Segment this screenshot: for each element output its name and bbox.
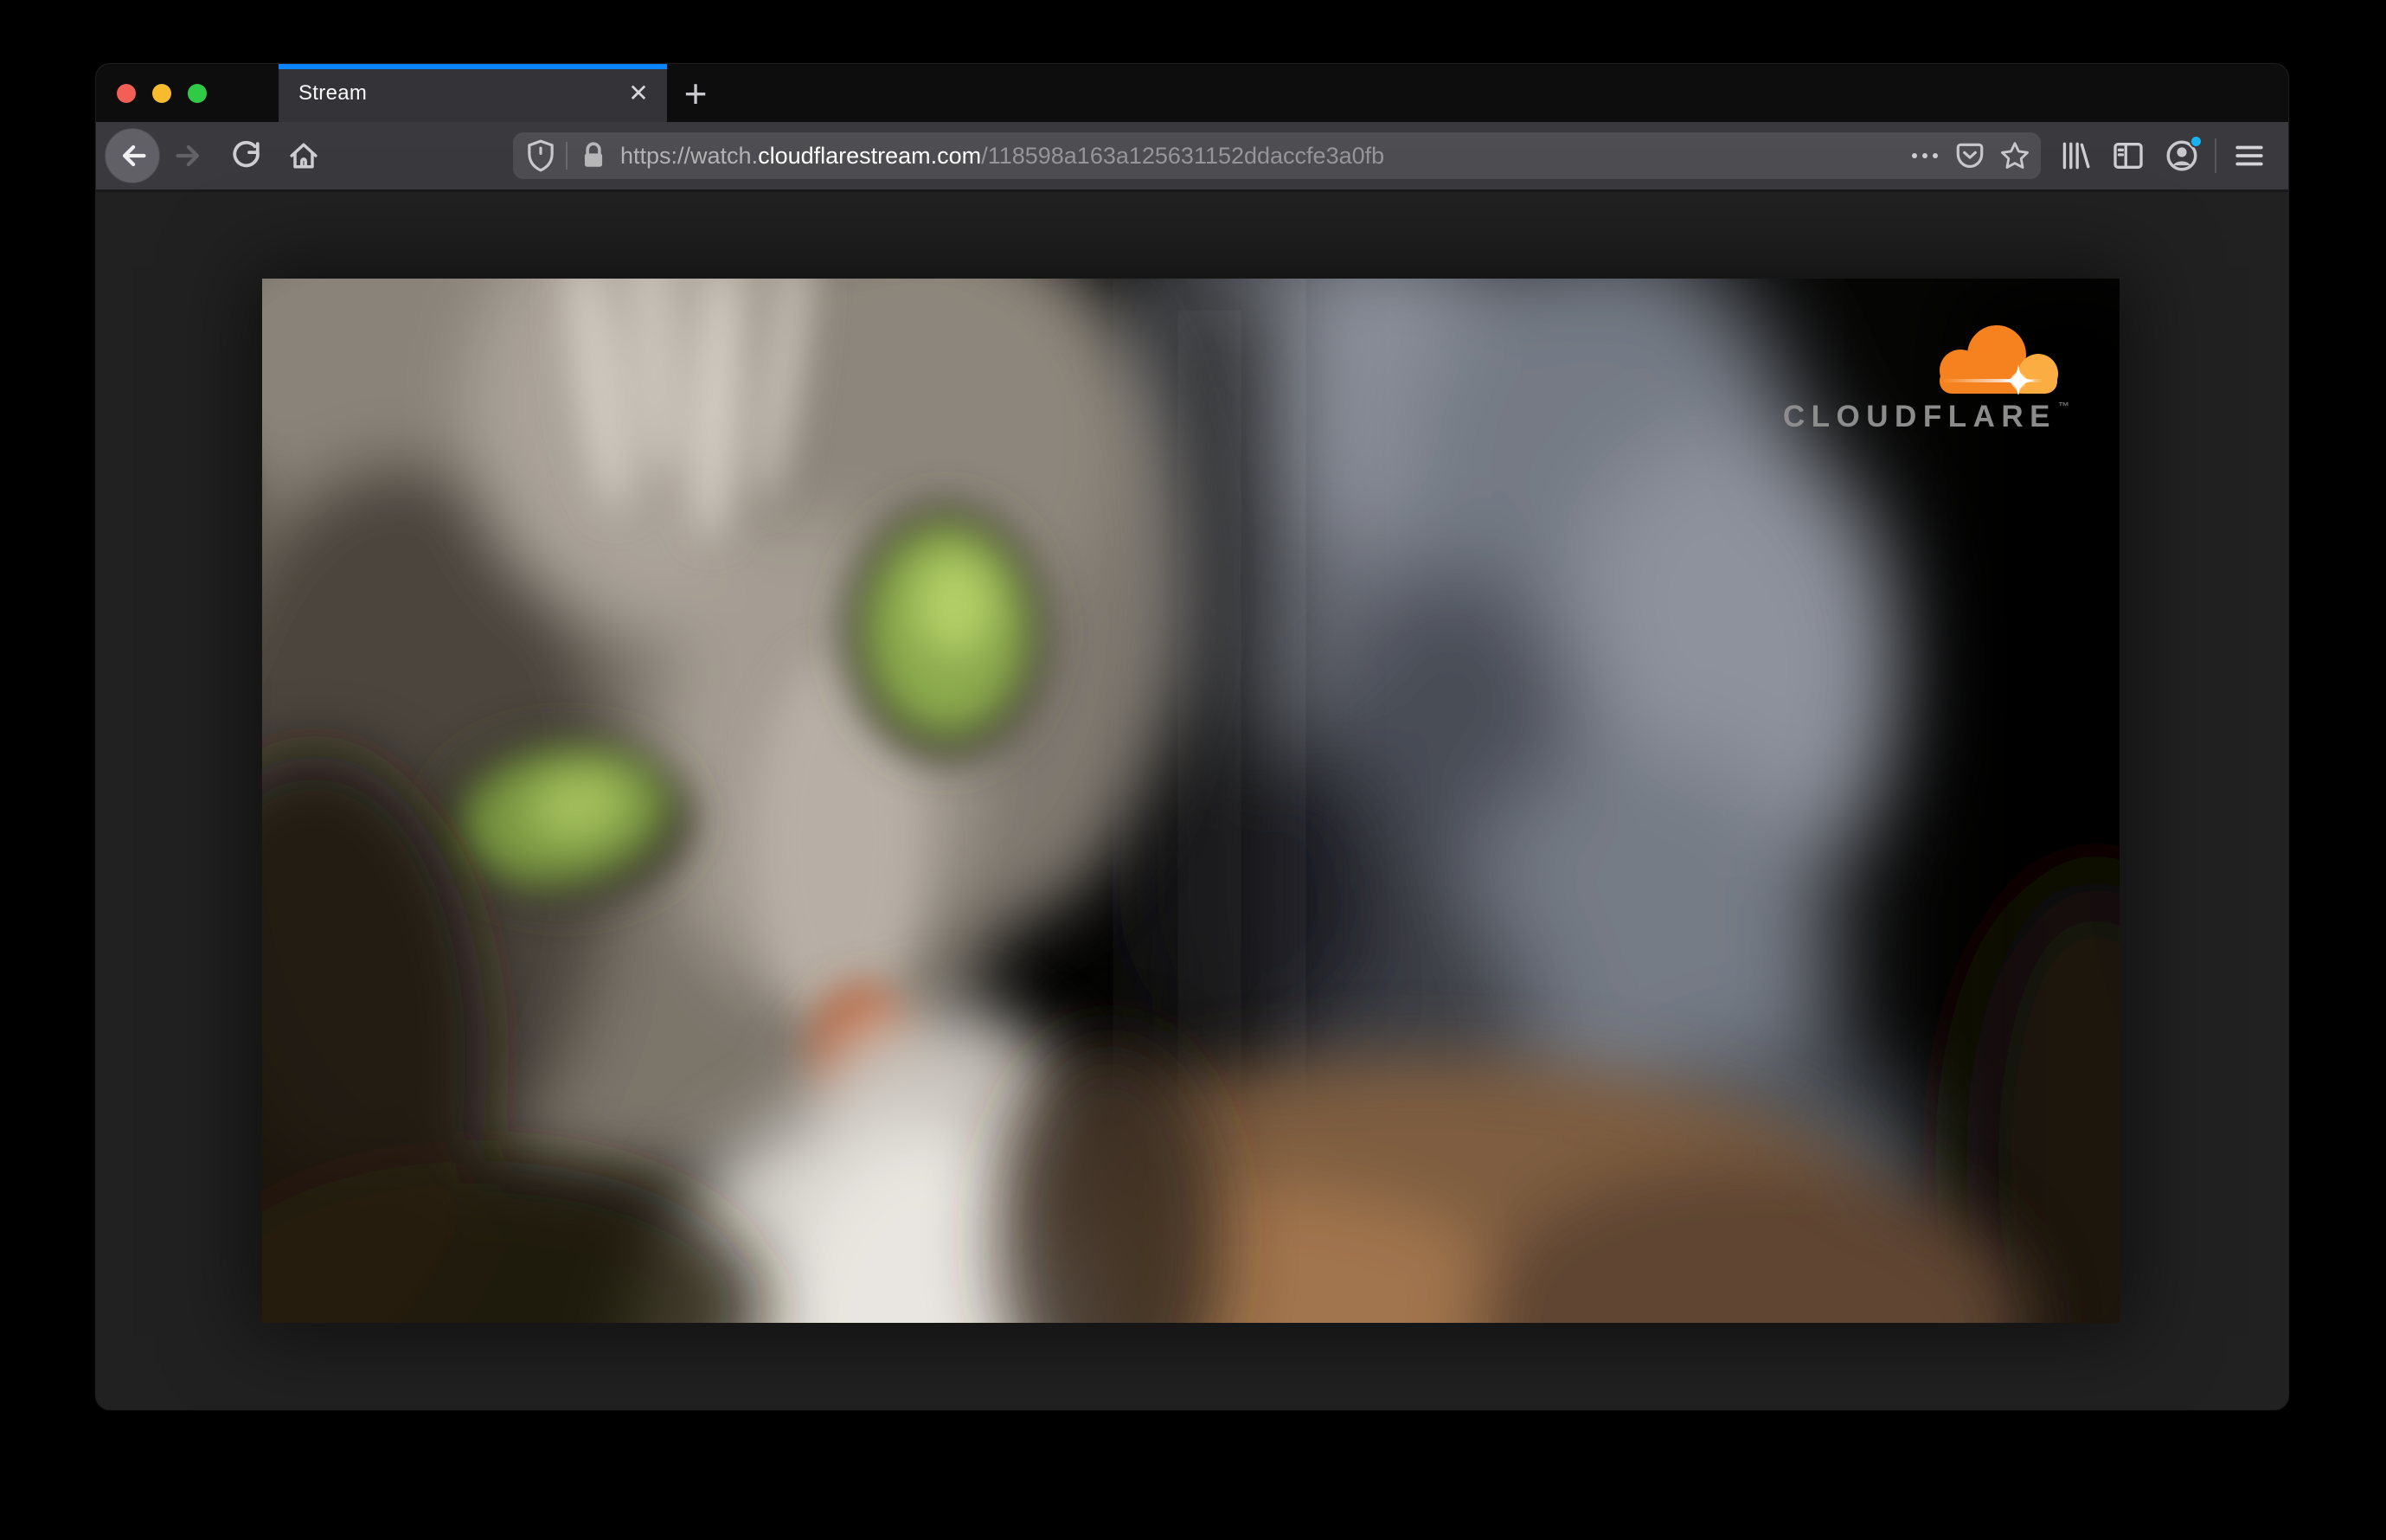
forward-icon: [176, 144, 200, 167]
back-circle: [105, 128, 160, 183]
shield-icon[interactable]: [525, 138, 556, 173]
menu-icon: [2235, 145, 2263, 166]
url-scheme: https://watch.: [620, 142, 759, 169]
back-icon: [122, 144, 146, 167]
library-icon: [2062, 142, 2090, 170]
navigation-toolbar: https://watch.cloudflarestream.com/11859…: [96, 122, 2288, 192]
window-controls: [117, 84, 207, 103]
page-actions-button[interactable]: [1902, 135, 1947, 176]
reload-button[interactable]: [218, 127, 275, 184]
cat-video-frame: [262, 279, 2120, 1323]
tab-stream[interactable]: Stream ✕: [279, 64, 667, 122]
close-window-button[interactable]: [117, 84, 136, 103]
zoom-window-button[interactable]: [188, 84, 207, 103]
lock-icon[interactable]: [579, 140, 608, 171]
menu-button[interactable]: [2222, 127, 2276, 184]
url-path: /118598a163a125631152ddaccfe3a0fb: [981, 142, 1385, 169]
pocket-icon: [1956, 143, 1984, 169]
browser-window: Stream ✕ + https://watch.cloudflarestrea…: [96, 64, 2288, 1409]
library-button[interactable]: [2048, 127, 2101, 184]
account-notification-dot: [2190, 135, 2203, 148]
home-button[interactable]: [275, 127, 332, 184]
overflow-icon: [1912, 153, 1938, 158]
urlbar-divider: [566, 142, 568, 170]
cloudflare-wordmark: CLOUDFLARE ™: [1775, 400, 2069, 434]
trademark-symbol: ™: [2058, 400, 2069, 413]
address-bar[interactable]: https://watch.cloudflarestream.com/11859…: [513, 132, 2041, 179]
plus-icon: +: [683, 71, 708, 116]
close-tab-button[interactable]: ✕: [619, 74, 658, 113]
cloudflare-cloud-icon: [1940, 325, 2058, 395]
home-icon: [290, 143, 317, 169]
tab-bar: Stream ✕ +: [96, 64, 2288, 122]
tab-title: Stream: [298, 80, 368, 105]
sidebar-toggle-button[interactable]: [2101, 127, 2155, 184]
sidebar-icon: [2113, 143, 2143, 169]
star-icon: [2001, 142, 2029, 169]
close-icon: ✕: [628, 80, 649, 106]
cloudflare-logo: CLOUDFLARE ™: [1775, 322, 2069, 434]
new-tab-button[interactable]: +: [674, 71, 717, 116]
forward-button[interactable]: [161, 127, 218, 184]
back-button[interactable]: [104, 127, 161, 184]
url-domain: cloudflarestream.com: [758, 142, 982, 169]
toolbar-divider: [2215, 138, 2216, 173]
urlbar-actions: [1902, 135, 2037, 176]
bookmark-star-button[interactable]: [1992, 135, 2037, 176]
save-to-pocket-button[interactable]: [1947, 135, 1992, 176]
url-text: https://watch.cloudflarestream.com/11859…: [620, 143, 1384, 170]
cloudflare-brand-text: CLOUDFLARE: [1782, 400, 2056, 433]
reload-icon: [233, 140, 260, 168]
video-player[interactable]: CLOUDFLARE ™: [262, 279, 2120, 1323]
minimize-window-button[interactable]: [152, 84, 171, 103]
page-content: CLOUDFLARE ™: [96, 192, 2288, 1407]
account-button[interactable]: [2155, 127, 2209, 184]
